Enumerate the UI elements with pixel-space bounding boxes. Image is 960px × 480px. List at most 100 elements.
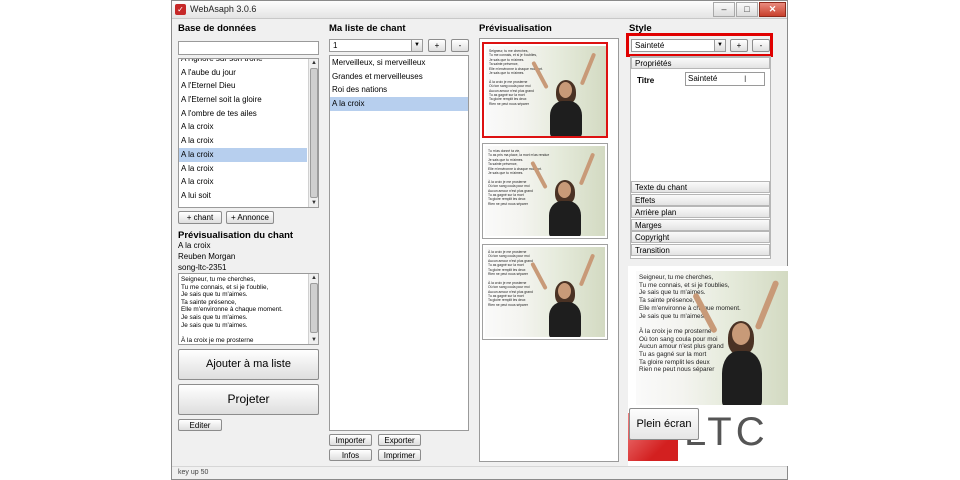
style-select[interactable]: Sainteté ▼ xyxy=(631,39,726,52)
my-list-item[interactable]: Grandes et merveilleuses xyxy=(330,70,468,84)
style-section-4[interactable]: Copyright xyxy=(631,231,770,243)
database-search-input[interactable] xyxy=(178,41,319,55)
print-button[interactable]: Imprimer xyxy=(378,449,421,461)
style-remove-button[interactable]: - xyxy=(752,39,770,52)
my-list-item[interactable]: Merveilleux, si merveilleux xyxy=(330,56,468,70)
window-title: WebAsaph 3.0.6 xyxy=(190,4,257,14)
database-header: Base de données xyxy=(178,23,257,34)
person-head xyxy=(558,283,571,299)
add-song-button[interactable]: + chant xyxy=(178,211,222,224)
preview-slide-image: Tu m'as donné ta vie, Tu as pris ma plac… xyxy=(485,146,605,236)
maximize-button[interactable]: □ xyxy=(736,2,758,17)
my-list-remove-button[interactable]: - xyxy=(451,39,469,52)
status-bar: key up 50 xyxy=(172,466,787,479)
scroll-down-arrow-icon[interactable]: ▼ xyxy=(309,336,318,344)
person-body xyxy=(722,351,762,405)
live-slide: Seigneur, tu me cherches, Tu me connais,… xyxy=(636,271,788,405)
song-preview-header: Prévisualisation du chant xyxy=(178,230,294,241)
style-section-1[interactable]: Effets xyxy=(631,193,770,206)
import-button[interactable]: Importer xyxy=(329,434,372,446)
close-button[interactable]: ✕ xyxy=(759,2,786,17)
app-window: ✓ WebAsaph 3.0.6 – □ ✕ Base de données A… xyxy=(171,0,788,480)
song-preview-author: Reuben Morgan xyxy=(178,252,236,261)
text-cursor-icon: I xyxy=(744,74,747,84)
database-song-item[interactable]: A lui soit xyxy=(179,189,307,203)
database-song-item[interactable]: A la croix xyxy=(179,147,307,162)
style-properties-panel: Propriétés Titre Sainteté I Texte du cha… xyxy=(630,56,771,259)
database-song-item[interactable]: A l'aube du jour xyxy=(179,66,307,80)
properties-tab[interactable]: Propriétés xyxy=(631,57,770,69)
title-label: Titre xyxy=(637,76,655,85)
chevron-down-icon[interactable]: ▼ xyxy=(411,40,422,51)
database-song-item[interactable]: A l'ombre de tes ailes xyxy=(179,107,307,121)
live-preview-area: Seigneur, tu me cherches, Tu me connais,… xyxy=(628,266,788,466)
style-section-3[interactable]: Marges xyxy=(631,218,770,231)
song-lyrics-box[interactable]: Seigneur, tu me cherches, Tu me connais,… xyxy=(178,273,319,345)
database-scrollbar[interactable]: ▲ ▼ xyxy=(308,59,318,207)
my-list-select-value: 1 xyxy=(333,41,338,50)
database-song-item[interactable]: A la croix xyxy=(179,120,307,134)
preview-slide-image: À la croix je me prosterne Où ton sang c… xyxy=(485,247,605,337)
preview-slide-thumbnail[interactable]: À la croix je me prosterne Où ton sang c… xyxy=(482,244,608,340)
database-song-item[interactable]: A la croix xyxy=(179,162,307,176)
infos-button[interactable]: Infos xyxy=(329,449,372,461)
my-list-item[interactable]: Roi des nations xyxy=(330,83,468,97)
preview-slide-image: Seigneur, tu me cherches, Tu me connais,… xyxy=(486,46,606,136)
database-song-items: A l'ignoré sur son trône A l'aube du jour… xyxy=(179,59,307,203)
minimize-button[interactable]: – xyxy=(713,2,735,17)
style-section-2[interactable]: Arrière plan xyxy=(631,206,770,218)
style-section-5[interactable]: Transition xyxy=(631,243,770,256)
export-button[interactable]: Exporter xyxy=(378,434,421,446)
style-select-value: Sainteté xyxy=(635,41,665,50)
status-text: key up 50 xyxy=(178,469,209,476)
my-list-add-button[interactable]: + xyxy=(428,39,446,52)
raised-arm-right xyxy=(754,279,780,331)
edit-button[interactable]: Editer xyxy=(178,419,222,431)
preview-slide-thumbnail[interactable]: Seigneur, tu me cherches, Tu me connais,… xyxy=(482,42,608,138)
scroll-up-arrow-icon[interactable]: ▲ xyxy=(309,59,318,67)
my-song-list[interactable]: Merveilleux, si merveilleux Grandes et me… xyxy=(329,55,469,431)
app-logo-icon: ✓ xyxy=(175,4,186,15)
raised-arm-right xyxy=(578,152,596,186)
my-song-items: Merveilleux, si merveilleux Grandes et me… xyxy=(330,56,468,111)
scroll-up-arrow-icon[interactable]: ▲ xyxy=(309,274,318,282)
style-add-button[interactable]: + xyxy=(730,39,748,52)
scroll-down-arrow-icon[interactable]: ▼ xyxy=(309,199,318,207)
add-announce-button[interactable]: + Annonce xyxy=(226,211,274,224)
preview-header: Prévisualisation xyxy=(479,23,552,34)
project-button[interactable]: Projeter xyxy=(178,384,319,415)
song-lyrics-text: Seigneur, tu me cherches, Tu me connais,… xyxy=(181,276,283,344)
preview-panel: Seigneur, tu me cherches, Tu me connais,… xyxy=(479,38,619,462)
raised-arm-right xyxy=(579,52,597,86)
person-body xyxy=(549,302,581,337)
preview-slide-thumbnail[interactable]: Tu m'as donné ta vie, Tu as pris ma plac… xyxy=(482,143,608,239)
database-song-item[interactable]: A l'Eternel Dieu xyxy=(179,79,307,93)
person-head xyxy=(732,323,750,345)
database-song-item[interactable]: A l'Eternel soit la gloire xyxy=(179,93,307,107)
database-song-item[interactable]: A la croix xyxy=(179,175,307,189)
database-song-item[interactable]: A l'ignoré sur son trône xyxy=(179,59,307,66)
person-body xyxy=(550,101,582,136)
song-preview-title: A la croix xyxy=(178,241,211,250)
lyrics-scroll-thumb[interactable] xyxy=(310,283,318,333)
add-to-list-button[interactable]: Ajouter à ma liste xyxy=(178,349,319,380)
preview-slides: Seigneur, tu me cherches, Tu me connais,… xyxy=(480,39,618,459)
song-preview-code: song-ltc-2351 xyxy=(178,263,227,272)
person-head xyxy=(559,82,572,98)
style-section-0[interactable]: Texte du chant xyxy=(631,181,770,193)
raised-arm-right xyxy=(578,253,596,287)
database-song-item[interactable]: A la croix xyxy=(179,134,307,148)
person-head xyxy=(558,182,571,198)
preview-slide-text: Seigneur, tu me cherches, Tu me connais,… xyxy=(489,49,543,106)
fullscreen-button[interactable]: Plein écran xyxy=(629,408,699,440)
chevron-down-icon[interactable]: ▼ xyxy=(714,40,725,51)
my-list-header: Ma liste de chant xyxy=(329,23,406,34)
my-list-select[interactable]: 1 ▼ xyxy=(329,39,423,52)
my-list-item[interactable]: A la croix xyxy=(330,97,468,111)
database-scroll-thumb[interactable] xyxy=(310,68,318,198)
database-song-list[interactable]: A l'ignoré sur son trône A l'aube du jour… xyxy=(178,58,319,208)
preview-slide-text: À la croix je me prosterne Où ton sang c… xyxy=(488,250,533,307)
lyrics-scrollbar[interactable]: ▲ ▼ xyxy=(308,274,318,344)
person-body xyxy=(549,201,581,236)
title-input[interactable]: Sainteté xyxy=(685,72,765,86)
